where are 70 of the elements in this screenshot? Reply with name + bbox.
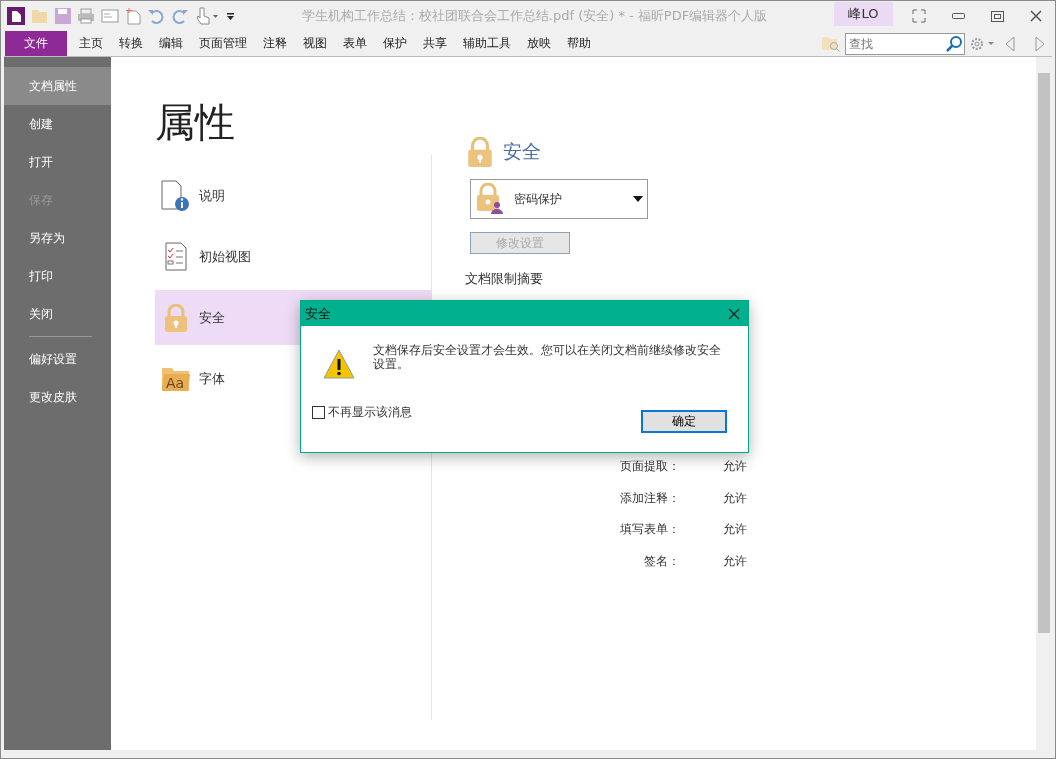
- section-title: 安全: [503, 139, 541, 164]
- dialog-title: 安全: [305, 304, 331, 323]
- menu-tab[interactable]: 辅助工具: [455, 31, 519, 56]
- warning-icon: [323, 349, 355, 379]
- menu-tab[interactable]: 文件: [5, 31, 67, 56]
- restriction-value: 允许: [723, 489, 747, 507]
- sidebar-item[interactable]: 创建: [4, 105, 111, 143]
- menu-tab[interactable]: 共享: [415, 31, 455, 56]
- sidebar-item[interactable]: 另存为: [4, 219, 111, 257]
- new-document-icon[interactable]: [125, 7, 141, 25]
- sidebar-item[interactable]: 偏好设置: [4, 340, 111, 378]
- page-title: 属性: [155, 98, 236, 147]
- ok-button[interactable]: 确定: [641, 410, 727, 433]
- document-info-icon: [161, 179, 191, 212]
- redo-icon[interactable]: [171, 7, 189, 25]
- search-field[interactable]: 查找: [845, 32, 965, 55]
- dropdown-arrow-icon: [633, 196, 643, 202]
- restriction-value: 允许: [723, 458, 747, 476]
- settings-icon[interactable]: [969, 35, 995, 52]
- folder-search-icon[interactable]: [821, 34, 841, 53]
- checkbox[interactable]: [312, 406, 325, 419]
- menu-tab[interactable]: 转换: [111, 31, 151, 56]
- fullscreen-icon[interactable]: [912, 9, 926, 23]
- menu-tab[interactable]: 视图: [295, 31, 335, 56]
- lock-user-icon: [476, 183, 504, 215]
- restriction-label: 填写表单：: [619, 521, 680, 539]
- sidebar-item[interactable]: 打开: [4, 143, 111, 181]
- font-folder-icon: Aa: [161, 365, 191, 392]
- next-icon[interactable]: [1035, 35, 1045, 52]
- close-icon[interactable]: [1030, 10, 1042, 22]
- window-title: 学生机构工作总结：校社团联合会工作总结.pdf (安全) * - 福昕PDF编辑器个人版: [300, 7, 769, 25]
- restriction-value: 允许: [723, 552, 747, 570]
- menu-tab[interactable]: 编辑: [151, 31, 191, 56]
- close-icon[interactable]: [728, 307, 740, 320]
- menu-tab[interactable]: 页面管理: [191, 31, 255, 56]
- menu-tab[interactable]: 保护: [375, 31, 415, 56]
- lock-icon: [164, 303, 188, 332]
- checklist-icon: [165, 242, 187, 271]
- scrollbar-thumb[interactable]: [1038, 73, 1050, 633]
- menu-tab[interactable]: 注释: [255, 31, 295, 56]
- dialog-message: 文档保存后安全设置才会生效。您可以在关闭文档前继续修改安全设置。: [373, 343, 722, 373]
- property-section[interactable]: 初始视图: [155, 229, 431, 284]
- restriction-value: 允许: [723, 521, 747, 539]
- user-account[interactable]: 峰LO: [834, 2, 893, 26]
- checkbox-label[interactable]: 不再显示该消息: [328, 404, 412, 421]
- search-icon[interactable]: [946, 34, 963, 52]
- minimize-icon[interactable]: [952, 13, 965, 19]
- restriction-label: 添加注释：: [619, 489, 680, 507]
- hand-tool-icon[interactable]: [195, 7, 221, 25]
- sidebar-item[interactable]: 打印: [4, 257, 111, 295]
- print-icon[interactable]: [77, 8, 95, 24]
- menu-tab[interactable]: 帮助: [559, 31, 599, 56]
- lock-icon: [467, 137, 493, 167]
- customize-toolbar-icon[interactable]: [227, 11, 235, 21]
- menu-tab[interactable]: 主页: [71, 31, 111, 56]
- property-section[interactable]: 说明: [155, 168, 431, 223]
- menu-tab[interactable]: 表单: [335, 31, 375, 56]
- menu-tab[interactable]: 放映: [519, 31, 559, 56]
- save-icon[interactable]: [55, 8, 71, 24]
- sidebar-item[interactable]: 更改皮肤: [4, 378, 111, 416]
- sidebar-item[interactable]: 关闭: [4, 295, 111, 333]
- summary-heading: 文档限制摘要: [465, 270, 544, 288]
- security-method-dropdown[interactable]: 密码保护: [470, 179, 648, 219]
- restriction-label: 页面提取：: [619, 458, 680, 476]
- previous-icon[interactable]: [1005, 35, 1015, 52]
- email-icon[interactable]: [101, 9, 119, 23]
- restore-icon[interactable]: [991, 10, 1004, 22]
- restriction-label: 签名：: [643, 552, 680, 570]
- app-logo[interactable]: [7, 7, 25, 25]
- undo-icon[interactable]: [147, 7, 165, 25]
